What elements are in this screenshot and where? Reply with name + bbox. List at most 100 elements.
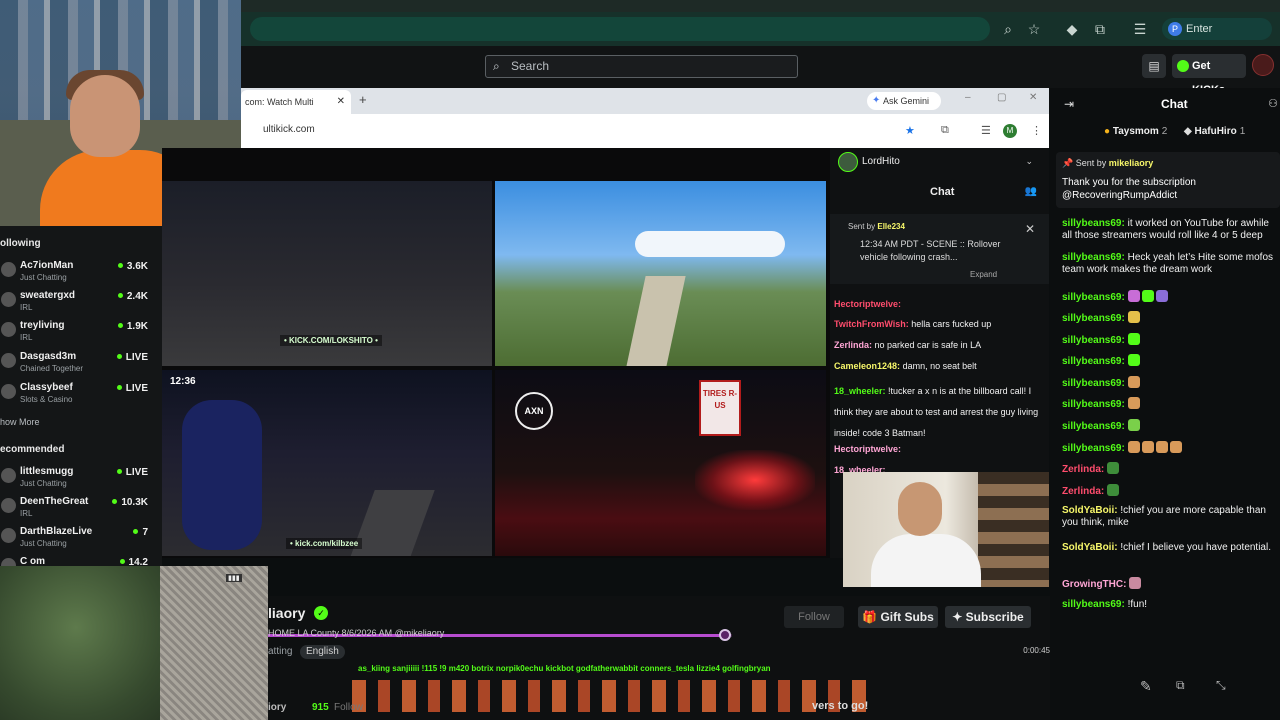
bookmark-star-icon[interactable]: ☆ <box>1024 19 1044 39</box>
chat-username[interactable]: sillybeans69: <box>1062 356 1125 367</box>
get-kicks-button[interactable]: Get KICKs <box>1172 54 1246 96</box>
chat-username[interactable]: 18_wheeler: <box>834 386 886 396</box>
users-icon[interactable]: ⚇ <box>1268 97 1278 110</box>
viewer-count: LIVE <box>117 383 148 394</box>
chat-username[interactable]: sillybeans69: <box>1062 218 1125 229</box>
media-progress-thumb[interactable] <box>719 629 732 641</box>
close-tab-icon[interactable]: ✕ <box>337 90 345 114</box>
chat-username[interactable]: sillybeans69: <box>1062 313 1125 324</box>
inner-chat-channel[interactable]: LordHito <box>838 152 900 172</box>
new-tab-icon[interactable]: + <box>359 92 367 107</box>
chat-username[interactable]: GrowingTHC: <box>1062 579 1126 590</box>
close-window-icon[interactable]: ✕ <box>1029 92 1037 103</box>
inner-address-bar[interactable]: ultikick.com ★ ⧉ ☰ M ⋮ <box>241 114 1049 148</box>
chat-username[interactable]: sillybeans69: <box>1062 599 1125 610</box>
chat-username[interactable]: Hectoriptwelve: <box>834 299 901 309</box>
gift-subs-label: Gift Subs <box>880 610 934 624</box>
channel-avatar <box>1 384 16 399</box>
channel-category: Just Chatting <box>20 539 67 548</box>
chat-username[interactable]: SoldYaBoii: <box>1062 505 1118 516</box>
gifter-badge[interactable]: ◆ HafuHiro 1 <box>1184 126 1245 137</box>
chat-username[interactable]: Zerlinda: <box>1062 486 1104 497</box>
chat-text: damn, no seat belt <box>902 361 977 371</box>
chat-username[interactable]: sillybeans69: <box>1062 335 1125 346</box>
sidebar-channel[interactable]: Ac7ionMan Just Chatting 3.6K <box>0 258 160 288</box>
minimize-icon[interactable]: – <box>965 92 971 103</box>
collapse-chat-icon[interactable]: ⇥ <box>1064 97 1074 111</box>
profile-avatar[interactable]: M <box>1003 124 1017 138</box>
users-icon[interactable]: 👥 <box>1025 186 1037 197</box>
sidebar-channel[interactable]: DarthBlazeLive Just Chatting 7 <box>0 524 160 554</box>
pinned-message: Sent by Elle234 12:34 AM PDT - SCENE :: … <box>830 214 1049 284</box>
user-avatar[interactable] <box>1252 54 1274 76</box>
chat-username[interactable]: sillybeans69: <box>1062 292 1125 303</box>
sidebar-channel[interactable]: sweatergxd IRL 2.4K <box>0 288 160 318</box>
sidebar-channel[interactable]: littlesmugg Just Chatting LIVE <box>0 464 160 494</box>
extension-icon[interactable]: ◆ <box>1062 19 1082 39</box>
chat-text: !chief I believe you have potential. <box>1120 542 1271 553</box>
chat-username[interactable]: sillybeans69: <box>1062 399 1125 410</box>
stream-tile[interactable]: • KICK.COM/LOKSHITO • <box>162 181 492 366</box>
kicks-coin-icon <box>1177 60 1189 72</box>
media-controls-icon[interactable]: ☰ <box>1130 19 1150 39</box>
pinned-sender-name[interactable]: mikeliaory <box>1109 158 1154 168</box>
recommended-heading: ecommended <box>0 444 65 455</box>
gift-subs-button[interactable]: 🎁 Gift Subs <box>858 606 938 628</box>
channel-name: Classybeef <box>20 382 73 393</box>
category-tag[interactable]: atting <box>268 646 292 657</box>
subscribe-button[interactable]: ✦ Subscribe <box>945 606 1031 628</box>
bookmark-star-icon[interactable]: ★ <box>905 124 915 137</box>
address-bar[interactable] <box>250 17 990 41</box>
puzzle-icon[interactable]: ⧉ <box>1090 19 1110 39</box>
stream-tile[interactable]: 12:36 • kick.com/kilbzee <box>162 370 492 556</box>
gifter-crown-icon: ● <box>1104 126 1113 137</box>
gravel-path <box>160 566 268 720</box>
sidebar-channel[interactable]: Dasgasd3m Chained Together LIVE <box>0 349 160 379</box>
inner-browser-tab[interactable]: com: Watch Multi ✕ <box>241 90 351 114</box>
stream-tile[interactable]: AXN TIRES R-US <box>495 370 826 556</box>
collapse-icon[interactable]: ⤡ <box>1216 678 1226 693</box>
chat-username[interactable]: Cameleon1248: <box>834 361 900 371</box>
pencil-icon[interactable]: ✎ <box>1140 678 1152 695</box>
search-input[interactable]: ⌕ Search <box>485 55 798 78</box>
chat-username[interactable]: SoldYaBoii: <box>1062 542 1118 553</box>
sidebar-channel[interactable]: DeenTheGreat IRL 10.3K <box>0 494 160 524</box>
maximize-icon[interactable]: ▢ <box>997 92 1006 103</box>
streamer-name[interactable]: liaory <box>268 605 305 621</box>
gifter-badge[interactable]: ● Taysmom 2 <box>1104 126 1167 137</box>
stream-tile[interactable] <box>495 181 826 366</box>
zoom-icon[interactable]: ⌕ <box>998 19 1018 39</box>
ask-gemini-button[interactable]: Ask Gemini <box>867 92 941 110</box>
menu-icon[interactable]: ▤ <box>1142 54 1166 78</box>
picture-in-picture-icon[interactable]: ⧉ <box>1176 678 1185 693</box>
pond-camera: ▮▮▮ <box>0 566 268 720</box>
show-more-link[interactable]: how More <box>0 417 40 427</box>
channel-category: Slots & Casino <box>20 395 73 404</box>
enter-passphrase-button[interactable]: P Enter passphrase <box>1162 18 1272 57</box>
gifter-name: Taysmom <box>1112 126 1159 137</box>
channel-name: Ac7ionMan <box>20 260 74 271</box>
kebab-menu-icon[interactable]: ⋮ <box>1031 124 1042 137</box>
chevron-down-icon[interactable]: ⌄ <box>1025 156 1033 167</box>
sidebar-channel[interactable]: Classybeef Slots & Casino LIVE <box>0 380 160 410</box>
chat-username[interactable]: Zerlinda: <box>834 340 872 350</box>
chat-message: Hectoriptwelve: <box>834 298 1046 310</box>
close-icon[interactable]: ✕ <box>1025 222 1035 236</box>
person-face <box>70 75 140 157</box>
sidebar-channel[interactable]: treyliving IRL 1.9K <box>0 318 160 348</box>
extension-icon[interactable]: ⧉ <box>941 124 949 137</box>
viewer-count: 7 <box>133 527 148 538</box>
follow-button[interactable]: Follow <box>784 606 844 628</box>
expand-link[interactable]: Expand <box>970 270 997 279</box>
chat-username[interactable]: sillybeans69: <box>1062 421 1125 432</box>
chat-username[interactable]: sillybeans69: <box>1062 443 1125 454</box>
chat-username[interactable]: Zerlinda: <box>1062 464 1104 475</box>
chat-username[interactable]: sillybeans69: <box>1062 378 1125 389</box>
person-face <box>898 482 942 536</box>
chat-username[interactable]: sillybeans69: <box>1062 252 1125 263</box>
footer-follow-link[interactable]: Follow <box>334 702 363 713</box>
language-tag[interactable]: English <box>300 645 345 659</box>
media-controls-icon[interactable]: ☰ <box>981 124 991 137</box>
chat-username[interactable]: TwitchFromWish: <box>834 319 909 329</box>
chat-username[interactable]: Hectoriptwelve: <box>834 444 901 454</box>
